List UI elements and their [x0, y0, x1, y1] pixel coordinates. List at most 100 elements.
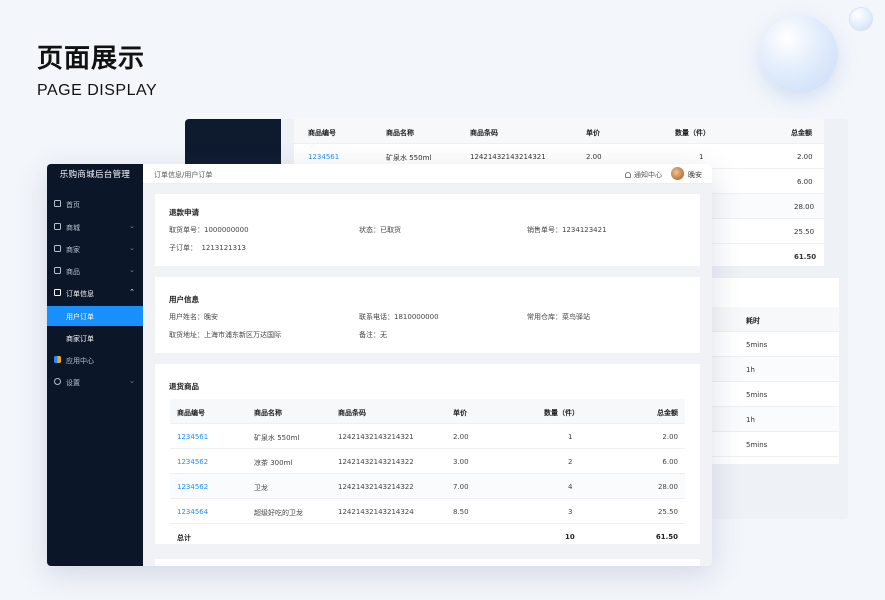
sidebar-item-settings[interactable]: 设置 ⌄ — [47, 372, 143, 392]
sale-order-no: 销售单号：1234123421 — [527, 226, 607, 234]
table-cell: 4 — [568, 483, 573, 491]
table-cell: 7.00 — [453, 483, 469, 491]
sidebar-item-label: 订单信息 — [66, 290, 94, 298]
table-row: 1234562 凉茶 300ml 12421432143214322 3.00 … — [170, 449, 685, 474]
table-cell: 2.00 — [662, 433, 678, 441]
address-field: 取货地址：上海市浦东新区万达国际 — [169, 331, 281, 339]
table-cell: 矿泉水 550ml — [254, 434, 300, 442]
total-quantity: 10 — [565, 533, 575, 541]
hero-title: 页面展示 — [37, 44, 146, 74]
product-id-link[interactable]: 1234561 — [177, 433, 208, 441]
header-cell: 总金额 — [657, 409, 678, 417]
chevron-down-icon: ⌄ — [129, 266, 135, 274]
header-cell: 商品条码 — [470, 129, 498, 137]
bag-icon — [54, 267, 61, 274]
sub-order-no: 子订单： 1213121313 — [169, 244, 246, 252]
chevron-up-icon: ⌃ — [129, 288, 135, 296]
table-row: 1234562 卫龙 12421432143214322 7.00 4 28.0… — [170, 474, 685, 499]
table-cell: 12421432143214324 — [338, 508, 414, 516]
sidebar-item-label: 应用中心 — [66, 357, 94, 365]
gear-icon — [54, 378, 61, 385]
warehouse-field: 常用仓库：菜鸟驿站 — [527, 313, 590, 321]
table-cell: 25.50 — [794, 228, 815, 236]
notification-center[interactable]: 通知中心 — [625, 170, 662, 180]
sidebar-item-user-orders[interactable]: 用户订单 — [47, 306, 143, 326]
header-cell: 耗时 — [746, 317, 760, 325]
table-row: 1234561 矿泉水 550ml 12421432143214321 2.00… — [170, 424, 685, 449]
table-cell: 卫龙 — [254, 484, 268, 492]
table-cell: 凉茶 300ml — [254, 459, 293, 467]
user-info-card: 用户信息 用户姓名：晚安 联系电话：1810000000 常用仓库：菜鸟驿站 取… — [155, 277, 700, 353]
table-cell: 28.00 — [794, 203, 815, 211]
table-cell: 5mins — [746, 341, 768, 349]
header-cell: 数量（件） — [675, 129, 710, 137]
sidebar-item-label: 商家 — [66, 246, 80, 254]
product-id-link[interactable]: 1234561 — [308, 153, 339, 161]
sidebar-item-label: 用户订单 — [66, 313, 94, 321]
apps-icon — [54, 356, 61, 363]
user-name[interactable]: 晚安 — [688, 170, 702, 180]
phone-field: 联系电话：1810000000 — [359, 313, 439, 321]
table-cell: 3.00 — [453, 458, 469, 466]
header-cell: 商品名称 — [254, 409, 282, 417]
table-cell: 1 — [568, 433, 573, 441]
table-cell: 3 — [568, 508, 573, 516]
table-cell: 2.00 — [586, 153, 602, 161]
header-cell: 商品编号 — [177, 409, 205, 417]
table-cell: 2.00 — [453, 433, 469, 441]
table-cell: 2.00 — [797, 153, 813, 161]
table-cell: 5mins — [746, 391, 768, 399]
table-cell: 12421432143214322 — [338, 483, 414, 491]
cart-icon — [54, 223, 61, 230]
sidebar-item-label: 商城 — [66, 224, 80, 232]
user-info-title: 用户信息 — [169, 295, 199, 304]
table-cell: 1 — [699, 153, 704, 161]
return-goods-card: 退货商品 商品编号 商品名称 商品条码 单价 数量（件） 总金额 1234561… — [155, 364, 700, 544]
product-id-link[interactable]: 1234564 — [177, 508, 208, 516]
header-cell: 商品编号 — [308, 129, 336, 137]
order-icon — [54, 289, 61, 296]
notification-label: 通知中心 — [634, 171, 662, 179]
order-status: 状态：已取货 — [359, 226, 401, 234]
product-id-link[interactable]: 1234562 — [177, 483, 208, 491]
main-window: 乐购商城后台管理 首页 商城 ⌄ 商家 ⌄ 商品 ⌄ 订单信息 ⌃ 用户订单 商家订单 … — [47, 164, 712, 566]
chevron-down-icon: ⌄ — [129, 377, 135, 385]
header-cell: 商品条码 — [338, 409, 366, 417]
refund-card: 退款申请 取货单号：1000000000 状态：已取货 销售单号：1234123… — [155, 194, 700, 266]
table-cell: 12421432143214321 — [470, 153, 546, 161]
pickup-order-no: 取货单号：1000000000 — [169, 226, 249, 234]
product-id-link[interactable]: 1234562 — [177, 458, 208, 466]
sidebar-item-app-center[interactable]: 应用中心 — [47, 350, 143, 370]
total-amount: 61.50 — [655, 533, 678, 541]
top-bar: 订单信息/用户订单 通知中心 晚安 — [143, 164, 712, 184]
sidebar-item-label: 商家订单 — [66, 335, 94, 343]
sidebar-item-label: 设置 — [66, 379, 80, 387]
sidebar-item-merchant[interactable]: 商家 ⌄ — [47, 239, 143, 259]
sidebar-item-label: 商品 — [66, 268, 80, 276]
sidebar-item-home[interactable]: 首页 — [47, 194, 143, 214]
return-goods-title: 退货商品 — [169, 382, 199, 391]
decor-bubble-large — [760, 15, 838, 93]
table-cell: 1h — [746, 366, 755, 374]
sidebar-item-orders[interactable]: 订单信息 ⌃ — [47, 283, 143, 303]
avatar[interactable] — [671, 167, 684, 180]
app-title: 乐购商城后台管理 — [59, 170, 131, 180]
table-cell: 超级好吃的卫龙 — [254, 509, 303, 517]
table-cell: 8.50 — [453, 508, 469, 516]
header-cell: 单价 — [586, 129, 600, 137]
table-cell: 28.00 — [657, 483, 678, 491]
table-header: 商品编号 商品名称 商品条码 单价 数量（件） 总金额 — [170, 399, 685, 424]
table-header: 商品编号 商品名称 商品条码 单价 数量（件） 总金额 — [294, 119, 824, 144]
sidebar-item-mall[interactable]: 商城 ⌄ — [47, 217, 143, 237]
header-cell: 总金额 — [791, 129, 812, 137]
sidebar-item-goods[interactable]: 商品 ⌄ — [47, 261, 143, 281]
sidebar-item-merchant-orders[interactable]: 商家订单 — [47, 328, 143, 348]
remark-field: 备注：无 — [359, 331, 387, 339]
breadcrumb[interactable]: 订单信息/用户订单 — [154, 170, 212, 180]
home-icon — [54, 200, 61, 207]
table-total-row: 总计 10 61.50 — [170, 524, 685, 549]
table-cell: 6.00 — [662, 458, 678, 466]
next-card-edge — [155, 559, 700, 566]
store-icon — [54, 245, 61, 252]
table-row: 1234564 超级好吃的卫龙 12421432143214324 8.50 3… — [170, 499, 685, 524]
